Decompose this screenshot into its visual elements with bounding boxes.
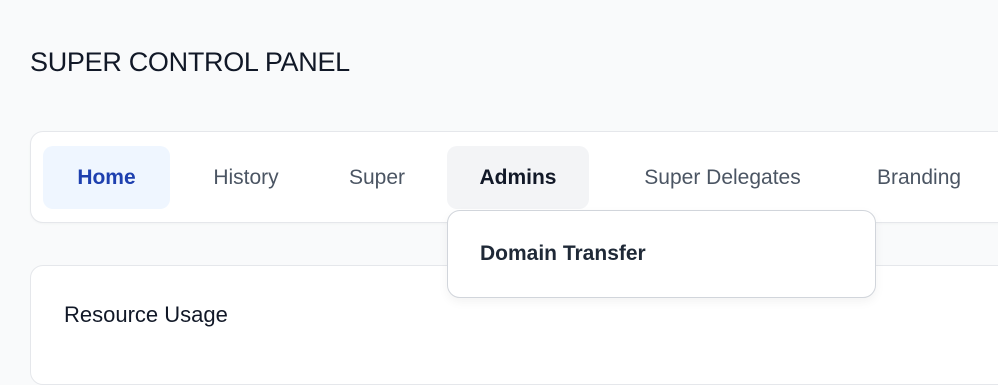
page-title: SUPER CONTROL PANEL [30,47,350,77]
menu-item-domain-transfer[interactable]: Domain Transfer [480,239,646,269]
tab-super[interactable]: Super [322,146,432,209]
admins-dropdown-menu: Domain Transfer [447,210,876,298]
tab-admins[interactable]: Admins [447,146,589,209]
tab-history[interactable]: History [186,146,306,209]
tab-branding[interactable]: Branding [858,146,998,209]
tab-home[interactable]: Home [43,146,170,209]
tab-super-delegates[interactable]: Super Delegates [605,146,840,209]
resource-usage-title: Resource Usage [64,302,228,327]
